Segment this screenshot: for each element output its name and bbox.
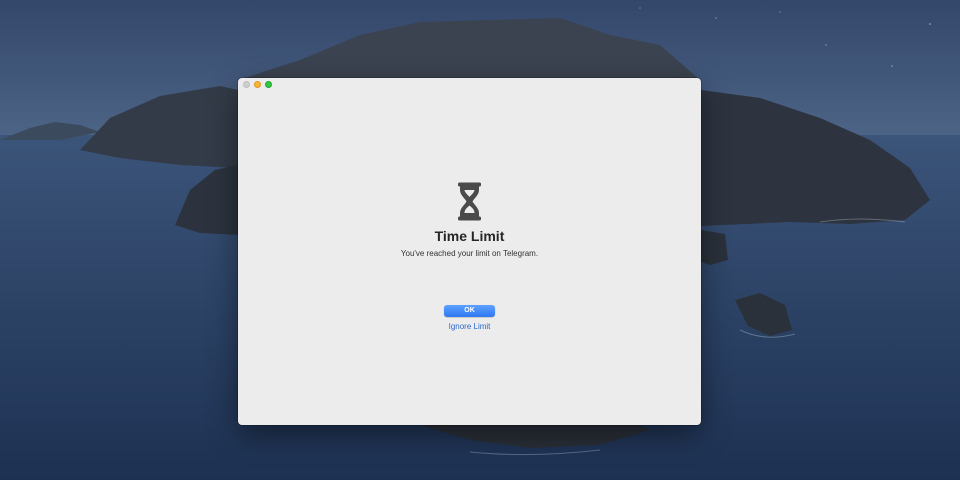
time-limit-window: Time Limit You've reached your limit on … <box>238 78 701 425</box>
dialog-title: Time Limit <box>434 228 505 244</box>
zoom-window-button[interactable] <box>265 81 272 88</box>
ok-button[interactable]: OK <box>444 305 495 317</box>
dialog-message: You've reached your limit on Telegram. <box>400 249 539 258</box>
close-window-button[interactable] <box>243 81 250 88</box>
minimize-window-button[interactable] <box>254 81 261 88</box>
ignore-limit-link[interactable]: Ignore Limit <box>238 322 701 331</box>
hourglass-icon <box>458 182 481 221</box>
window-controls <box>243 81 272 88</box>
